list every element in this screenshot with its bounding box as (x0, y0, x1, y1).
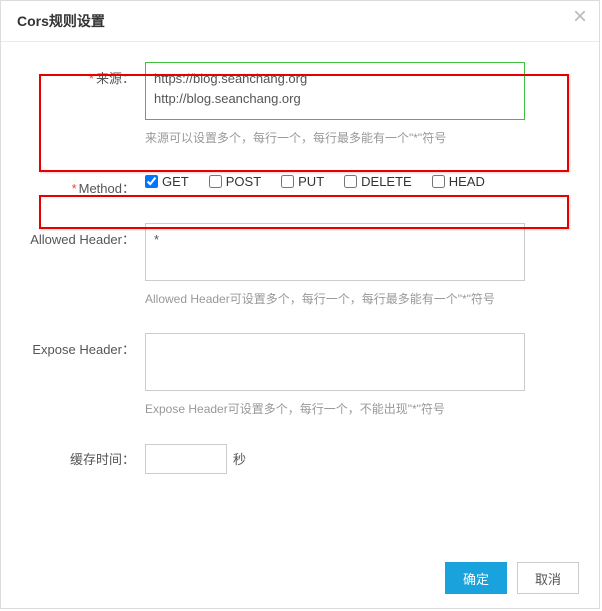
method-row: *Method： GET POST PUT DELETE (25, 172, 575, 197)
cache-unit: 秒 (233, 449, 246, 468)
close-icon[interactable]: × (573, 5, 587, 29)
origin-input[interactable] (145, 62, 525, 120)
allowed-header-label: Allowed Header： (25, 223, 145, 248)
method-get-checkbox[interactable] (145, 175, 158, 188)
method-head[interactable]: HEAD (432, 174, 485, 189)
method-post[interactable]: POST (209, 174, 261, 189)
origin-row: *来源： 来源可以设置多个，每行一个，每行最多能有一个"*"符号 (25, 62, 575, 164)
cache-label: 缓存时间： (25, 449, 145, 468)
method-post-label: POST (226, 174, 261, 189)
expose-header-input[interactable] (145, 333, 525, 391)
dialog-title: Cors规则设置 (17, 13, 105, 29)
method-head-label: HEAD (449, 174, 485, 189)
allowed-header-row: Allowed Header： Allowed Header可设置多个，每行一个… (25, 223, 575, 325)
method-get[interactable]: GET (145, 174, 189, 189)
dialog-body: *来源： 来源可以设置多个，每行一个，每行最多能有一个"*"符号 *Method… (1, 42, 599, 492)
origin-field: 来源可以设置多个，每行一个，每行最多能有一个"*"符号 (145, 62, 575, 164)
dialog-header: Cors规则设置 × (1, 1, 599, 42)
method-label: *Method： (25, 172, 145, 197)
method-delete-label: DELETE (361, 174, 412, 189)
method-delete-checkbox[interactable] (344, 175, 357, 188)
method-get-label: GET (162, 174, 189, 189)
cors-dialog: Cors规则设置 × *来源： 来源可以设置多个，每行一个，每行最多能有一个"*… (0, 0, 600, 609)
allowed-header-field: Allowed Header可设置多个，每行一个，每行最多能有一个"*"符号 (145, 223, 575, 325)
method-put[interactable]: PUT (281, 174, 324, 189)
origin-hint: 来源可以设置多个，每行一个，每行最多能有一个"*"符号 (145, 129, 525, 148)
method-field: GET POST PUT DELETE HEAD (145, 172, 575, 191)
method-delete[interactable]: DELETE (344, 174, 412, 189)
cache-row: 缓存时间： 秒 (25, 444, 575, 474)
method-head-checkbox[interactable] (432, 175, 445, 188)
method-post-checkbox[interactable] (209, 175, 222, 188)
expose-header-hint: Expose Header可设置多个，每行一个，不能出现"*"符号 (145, 400, 525, 419)
required-mark: * (72, 181, 77, 196)
method-put-label: PUT (298, 174, 324, 189)
cache-input[interactable] (145, 444, 227, 474)
allowed-header-hint: Allowed Header可设置多个，每行一个，每行最多能有一个"*"符号 (145, 290, 525, 309)
dialog-footer: 确定 取消 (445, 562, 579, 594)
cancel-button[interactable]: 取消 (517, 562, 579, 594)
ok-button[interactable]: 确定 (445, 562, 507, 594)
method-put-checkbox[interactable] (281, 175, 294, 188)
required-mark: * (89, 71, 94, 86)
origin-label: *来源： (25, 62, 145, 87)
cache-field: 秒 (145, 444, 575, 474)
expose-header-row: Expose Header： Expose Header可设置多个，每行一个，不… (25, 333, 575, 435)
expose-header-label: Expose Header： (25, 333, 145, 358)
allowed-header-input[interactable] (145, 223, 525, 281)
expose-header-field: Expose Header可设置多个，每行一个，不能出现"*"符号 (145, 333, 575, 435)
